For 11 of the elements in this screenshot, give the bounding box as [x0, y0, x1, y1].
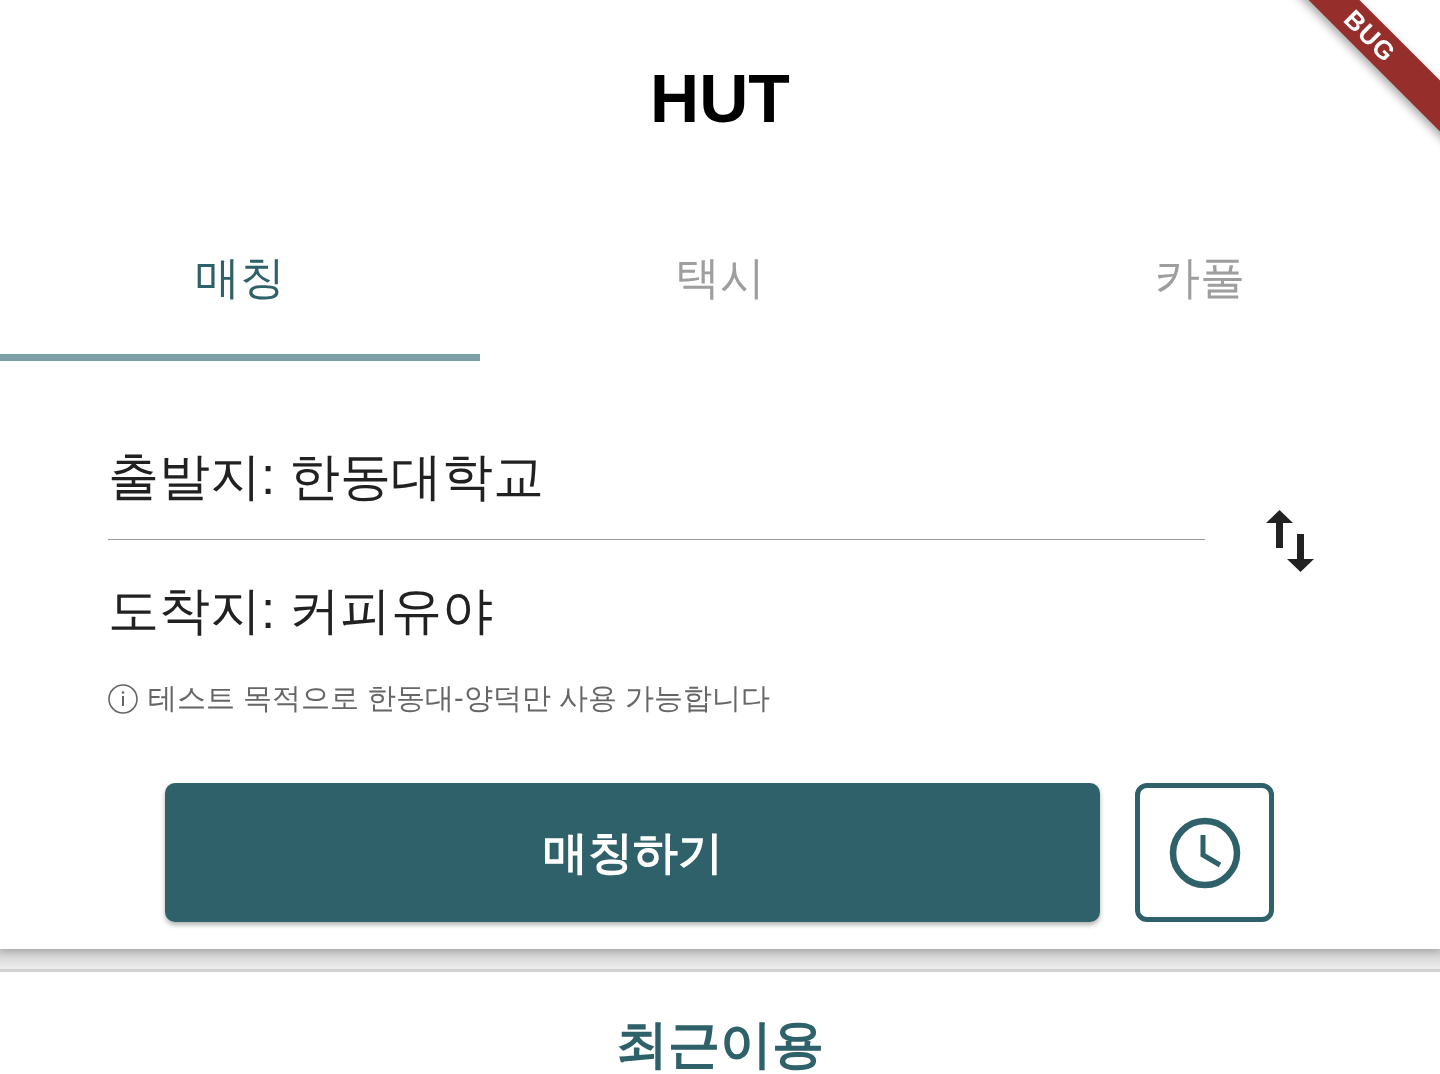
- departure-selector[interactable]: 출발지: 한동대학교: [108, 416, 1205, 540]
- history-button[interactable]: [1135, 783, 1274, 922]
- swap-arrows-icon[interactable]: [1266, 510, 1314, 572]
- match-button[interactable]: 매칭하기: [165, 783, 1100, 922]
- clock-icon: [1168, 816, 1241, 889]
- notice-text: 테스트 목적으로 한동대-양덕만 사용 가능합니다: [148, 681, 770, 716]
- app-title: HUT: [650, 63, 790, 132]
- section-title: 최근이용: [616, 1014, 824, 1074]
- tab[interactable]: 매칭: [0, 195, 480, 361]
- arrival-selector[interactable]: 도착지: 커피유야: [108, 540, 1205, 682]
- info-icon: [108, 684, 138, 714]
